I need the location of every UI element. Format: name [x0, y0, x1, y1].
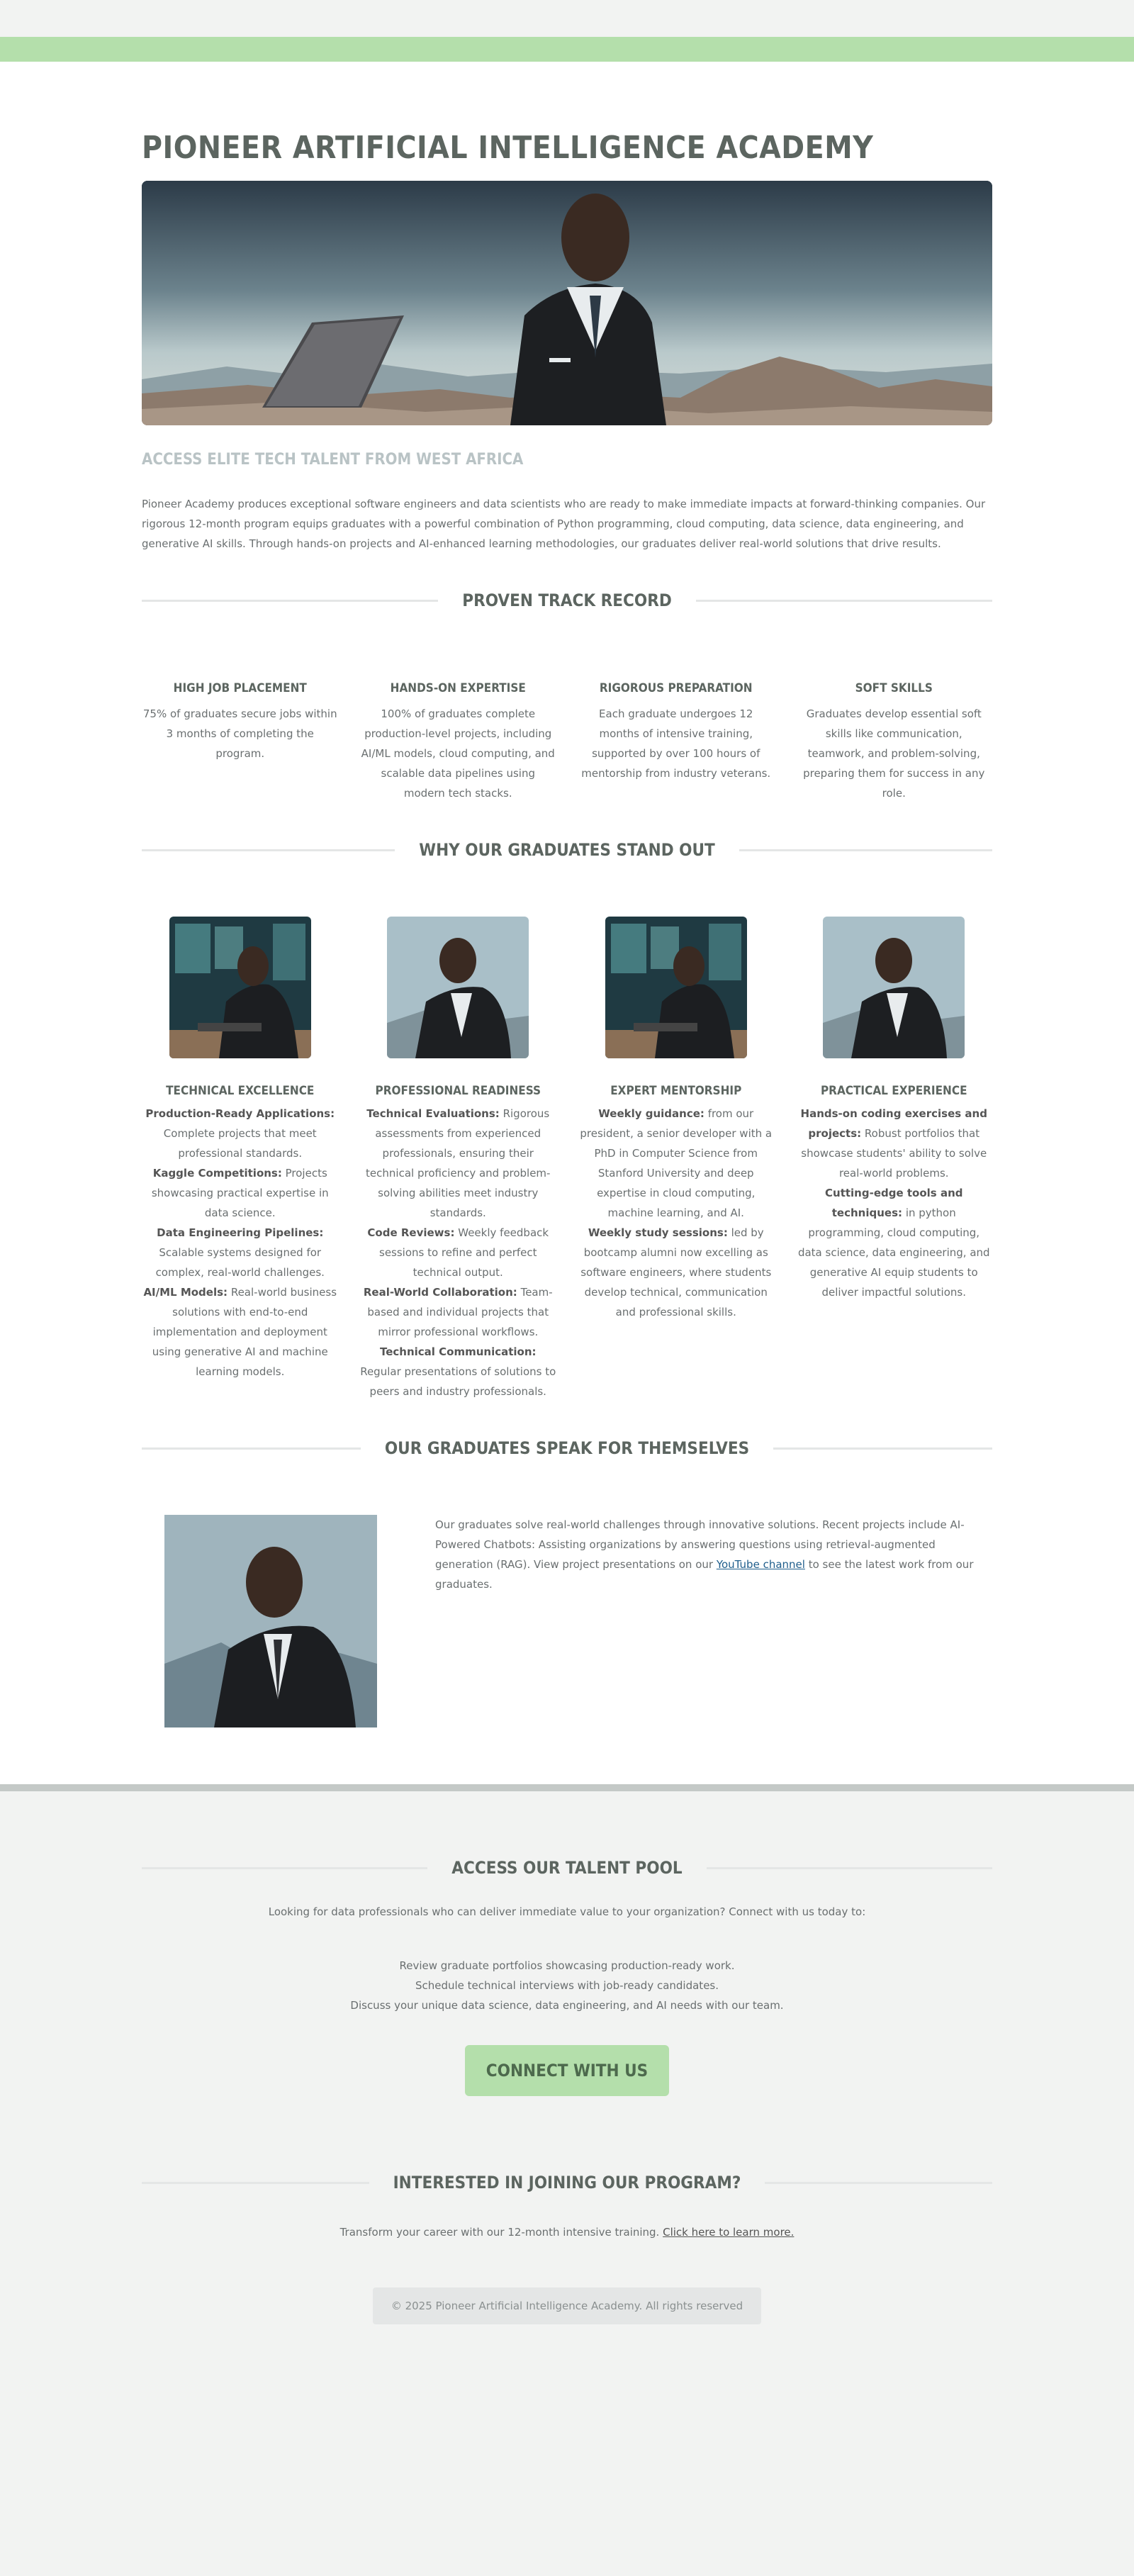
detail-text: led by bootcamp alumni now excelling as …: [580, 1226, 772, 1319]
portrait-illustration: [169, 917, 311, 1059]
detail-label: Production-Ready Applications:: [145, 1107, 335, 1121]
detail-text: Scalable systems designed for complex, r…: [155, 1246, 325, 1279]
detail-text: Real-world business solutions with end-t…: [152, 1286, 337, 1379]
features-grid: TECHNICAL EXCELLENCE Production-Ready Ap…: [142, 917, 992, 1401]
feature-detail: Hands-on coding exercises and projects: …: [796, 1104, 993, 1302]
graduate-portrait: [823, 917, 965, 1059]
stat-title: SOFT SKILLS: [855, 681, 933, 696]
testimonial-heading: OUR GRADUATES SPEAK FOR THEMSELVES: [142, 1438, 993, 1459]
section-title: INTERESTED IN JOINING OUR PROGRAM?: [393, 2173, 741, 2193]
detail-text: Regular presentations of solutions to pe…: [360, 1365, 556, 1399]
feature-expert-mentorship: EXPERT MENTORSHIP Weekly guidance: from …: [578, 917, 775, 1401]
stat-text: 75% of graduates secure jobs within 3 mo…: [142, 707, 337, 761]
divider-line: [142, 1447, 361, 1450]
connect-button[interactable]: CONNECT WITH US: [465, 2045, 669, 2097]
portrait-illustration: [605, 917, 747, 1059]
divider-line: [142, 1866, 428, 1869]
page-title: PIONEER ARTIFICIAL INTELLIGENCE ACADEMY: [142, 130, 874, 166]
contact-section: ACCESS OUR TALENT POOL Looking for data …: [0, 1791, 1134, 2424]
divider-line: [142, 2181, 369, 2184]
detail-label: Code Reviews:: [367, 1226, 455, 1240]
detail-label: Technical Communication:: [379, 1345, 537, 1359]
divider-line: [765, 2181, 993, 2184]
feature-title: TECHNICAL EXCELLENCE: [166, 1084, 315, 1099]
hero-illustration: [142, 181, 992, 426]
footer-copyright: © 2025 Pioneer Artificial Intelligence A…: [373, 2287, 761, 2325]
detail-label: Kaggle Competitions:: [152, 1167, 282, 1180]
stat-hands-on: HANDS-ON EXPERTISE 100% of graduates com…: [360, 681, 557, 803]
graduate-photo: [164, 1515, 377, 1728]
stat-text: 100% of graduates complete production-le…: [361, 707, 555, 800]
detail-label: Technical Evaluations:: [366, 1107, 500, 1121]
stat-preparation: RIGOROUS PREPARATION Each graduate under…: [578, 681, 775, 803]
detail-label: Weekly guidance:: [598, 1107, 704, 1121]
divider-line: [142, 849, 395, 851]
top-band: [0, 0, 1134, 37]
talent-pool-list: Review graduate portfolios showcasing pr…: [142, 1956, 992, 2015]
testimonial-text: Our graduates solve real-world challenge…: [435, 1515, 992, 1727]
youtube-channel-link[interactable]: YouTube channel: [717, 1558, 805, 1571]
feature-title: PRACTICAL EXPERIENCE: [820, 1084, 967, 1099]
testimonial-block: Our graduates solve real-world challenge…: [142, 1515, 992, 1728]
talent-pool-item: Review graduate portfolios showcasing pr…: [399, 1959, 735, 1973]
divider-line: [773, 1447, 993, 1450]
stand-out-heading: WHY OUR GRADUATES STAND OUT: [142, 840, 992, 860]
section-title: PROVEN TRACK RECORD: [462, 590, 672, 611]
feature-detail: Weekly guidance: from our president, a s…: [578, 1104, 775, 1322]
intro-paragraph: Pioneer Academy produces exceptional sof…: [142, 498, 986, 551]
feature-technical-excellence: TECHNICAL EXCELLENCE Production-Ready Ap…: [142, 917, 339, 1401]
tagline: ACCESS ELITE TECH TALENT FROM WEST AFRIC…: [142, 451, 524, 469]
feature-practical-experience: PRACTICAL EXPERIENCE Hands-on coding exe…: [796, 917, 993, 1401]
join-text: Transform your career with our 12-month …: [142, 2222, 992, 2242]
divider-line: [142, 599, 439, 602]
detail-label: Data Engineering Pipelines:: [157, 1226, 324, 1240]
join-heading: INTERESTED IN JOINING OUR PROGRAM?: [142, 2173, 993, 2193]
stat-job-placement: HIGH JOB PLACEMENT 75% of graduates secu…: [142, 681, 339, 803]
detail-text: from our president, a senior developer w…: [580, 1107, 773, 1220]
divider-line: [739, 849, 992, 851]
track-record-heading: PROVEN TRACK RECORD: [142, 590, 992, 610]
detail-label: Weekly study sessions:: [588, 1226, 728, 1240]
detail-label: Real-World Collaboration:: [363, 1286, 517, 1299]
section-title: WHY OUR GRADUATES STAND OUT: [419, 840, 715, 861]
feature-detail: Technical Evaluations: Rigorous assessme…: [360, 1104, 557, 1401]
talent-pool-heading: ACCESS OUR TALENT POOL: [142, 1858, 992, 1878]
section-title: OUR GRADUATES SPEAK FOR THEMSELVES: [384, 1438, 750, 1459]
header-accent-bar: [0, 37, 1134, 62]
main-content: PIONEER ARTIFICIAL INTELLIGENCE ACADEMY: [0, 62, 1134, 1785]
section-separator: [0, 1784, 1134, 1792]
graduate-portrait: [169, 917, 311, 1059]
talent-pool-item: Discuss your unique data science, data e…: [350, 1999, 784, 2012]
detail-text: Complete projects that meet professional…: [163, 1127, 317, 1160]
talent-pool-item: Schedule technical interviews with job-r…: [415, 1979, 719, 1993]
cta-wrapper: CONNECT WITH US: [142, 2045, 992, 2097]
talent-pool-lead: Looking for data professionals who can d…: [268, 1905, 866, 1919]
feature-detail: Production-Ready Applications: Complete …: [142, 1104, 339, 1382]
stat-title: RIGOROUS PREPARATION: [599, 681, 753, 696]
feature-title: PROFESSIONAL READINESS: [375, 1084, 541, 1099]
stat-title: HANDS-ON EXPERTISE: [390, 681, 526, 696]
portrait-illustration: [823, 917, 965, 1059]
divider-line: [695, 599, 992, 602]
learn-more-link[interactable]: Click here to learn more.: [663, 2226, 794, 2239]
feature-professional-readiness: PROFESSIONAL READINESS Technical Evaluat…: [360, 917, 557, 1401]
divider-line: [706, 1866, 992, 1869]
stat-soft-skills: SOFT SKILLS Graduates develop essential …: [796, 681, 993, 803]
stat-text: Each graduate undergoes 12 months of int…: [581, 707, 771, 780]
stat-text: Graduates develop essential soft skills …: [803, 707, 985, 800]
graduate-portrait: [605, 917, 747, 1059]
detail-label: AI/ML Models:: [143, 1286, 228, 1299]
hero-image: [142, 181, 992, 426]
stat-title: HIGH JOB PLACEMENT: [173, 681, 307, 696]
portrait-illustration: [387, 917, 529, 1059]
detail-text: Rigorous assessments from experienced pr…: [366, 1107, 551, 1220]
graduate-portrait: [387, 917, 529, 1059]
photo-illustration: [164, 1515, 377, 1728]
detail-text: in python programming, cloud computing, …: [797, 1206, 990, 1299]
stats-grid: HIGH JOB PLACEMENT 75% of graduates secu…: [142, 681, 992, 803]
section-title: ACCESS OUR TALENT POOL: [451, 1858, 683, 1878]
feature-title: EXPERT MENTORSHIP: [610, 1084, 742, 1099]
join-text-body: Transform your career with our 12-month …: [339, 2226, 663, 2239]
